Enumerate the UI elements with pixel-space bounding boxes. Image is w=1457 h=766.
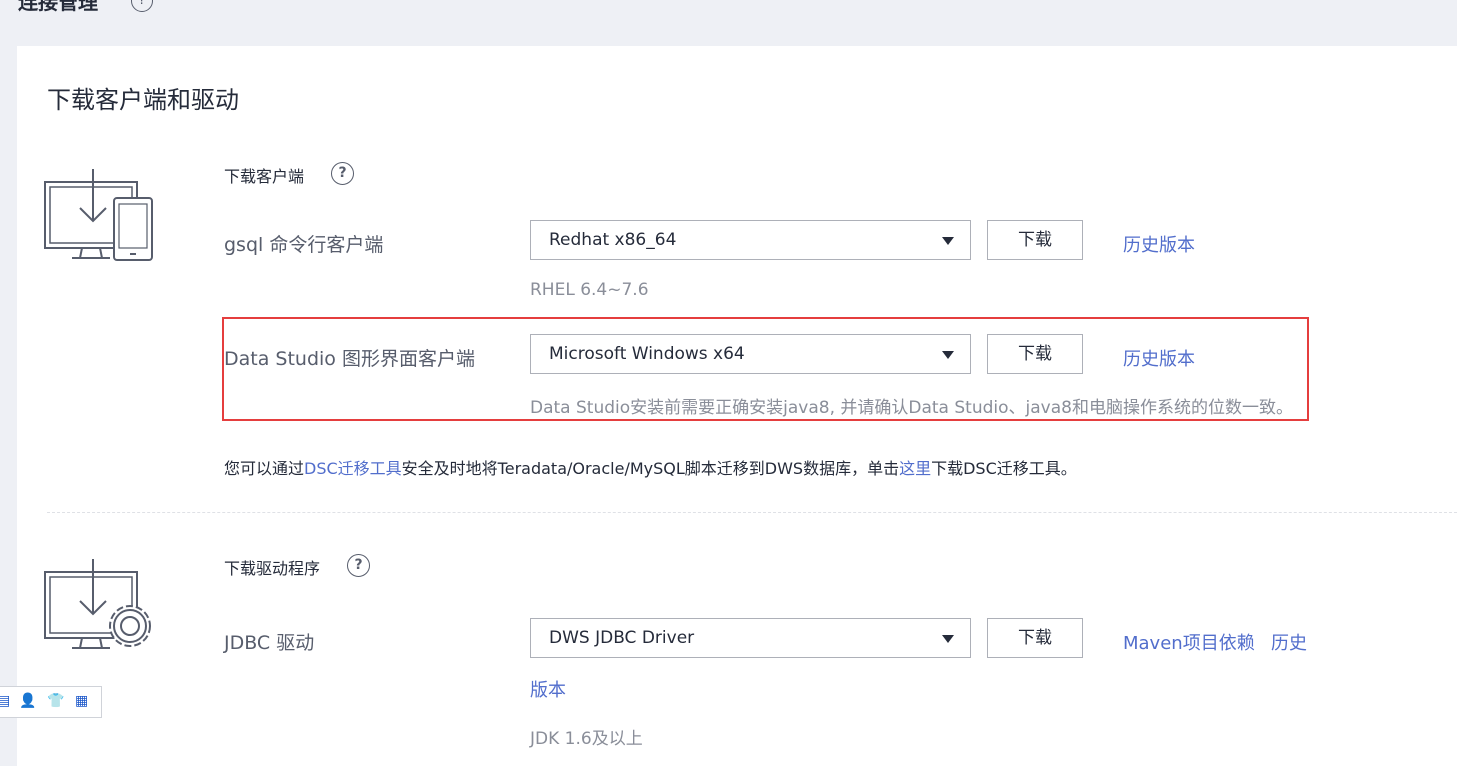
card-title: 下载客户端和驱动 <box>47 86 239 114</box>
gsql-history-link[interactable]: 历史版本 <box>1123 231 1195 257</box>
page-title: 连接管理 <box>18 0 98 14</box>
download-card: 下载客户端和驱动 下载客户端 ? gsql 命令行客户端 Redhat x86_… <box>17 46 1457 766</box>
data-studio-history-link[interactable]: 历史版本 <box>1123 345 1195 371</box>
monitor-gear-download-icon <box>44 559 151 649</box>
chevron-down-icon <box>942 351 954 359</box>
jdbc-history-link[interactable]: 历史 <box>1271 629 1307 655</box>
dsc-note-text-3: 下载DSC迁移工具。 <box>931 459 1077 478</box>
jdbc-hint: JDK 1.6及以上 <box>530 729 643 749</box>
dsc-note-text-1: 您可以通过 <box>224 459 305 478</box>
calendar-icon[interactable]: ▤ <box>0 693 10 709</box>
gsql-download-button[interactable]: 下载 <box>987 220 1083 260</box>
page-help-icon[interactable]: ? <box>131 0 153 12</box>
jdbc-label: JDBC 驱动 <box>224 632 315 654</box>
gsql-os-select[interactable]: Redhat x86_64 <box>530 220 971 260</box>
dsc-note: 您可以通过DSC迁移工具安全及时地将Teradata/Oracle/MySQL脚… <box>224 455 1077 479</box>
data-studio-label: Data Studio 图形界面客户端 <box>224 348 475 370</box>
dsc-note-text-2: 安全及时地将Teradata/Oracle/MySQL脚本迁移到DWS数据库，单… <box>401 459 900 478</box>
user-icon[interactable]: 👤 <box>19 693 36 709</box>
dsc-tool-link[interactable]: DSC迁移工具 <box>304 459 402 478</box>
apps-icon[interactable]: ▦ <box>75 693 88 709</box>
shirt-icon[interactable]: 👕 <box>47 693 64 709</box>
client-section-label: 下载客户端 <box>224 167 305 186</box>
data-studio-os-select-value: Microsoft Windows x64 <box>549 344 745 364</box>
gsql-label: gsql 命令行客户端 <box>224 234 384 256</box>
gsql-hint: RHEL 6.4~7.6 <box>530 280 649 300</box>
driver-help-icon[interactable]: ? <box>347 554 370 577</box>
gsql-os-select-value: Redhat x86_64 <box>549 230 677 250</box>
dsc-here-link[interactable]: 这里 <box>899 459 931 478</box>
data-studio-os-select[interactable]: Microsoft Windows x64 <box>530 334 971 374</box>
jdbc-history-link-wrap[interactable]: 版本 <box>530 676 566 702</box>
jdbc-download-button[interactable]: 下载 <box>987 618 1083 658</box>
data-studio-hint: Data Studio安装前需要正确安装java8, 并请确认Data Stud… <box>530 398 1293 418</box>
monitor-download-icon <box>44 169 153 261</box>
floating-toolbar: ▤ 👤 👕 ▦ <box>0 686 102 718</box>
chevron-down-icon <box>942 635 954 643</box>
chevron-down-icon <box>942 237 954 245</box>
section-divider <box>47 512 1457 513</box>
driver-section-label: 下载驱动程序 <box>224 559 321 578</box>
data-studio-download-button[interactable]: 下载 <box>987 334 1083 374</box>
jdbc-driver-select-value: DWS JDBC Driver <box>549 628 695 648</box>
maven-dependency-link[interactable]: Maven项目依赖 <box>1123 629 1255 655</box>
client-help-icon[interactable]: ? <box>331 162 354 185</box>
jdbc-driver-select[interactable]: DWS JDBC Driver <box>530 618 971 658</box>
